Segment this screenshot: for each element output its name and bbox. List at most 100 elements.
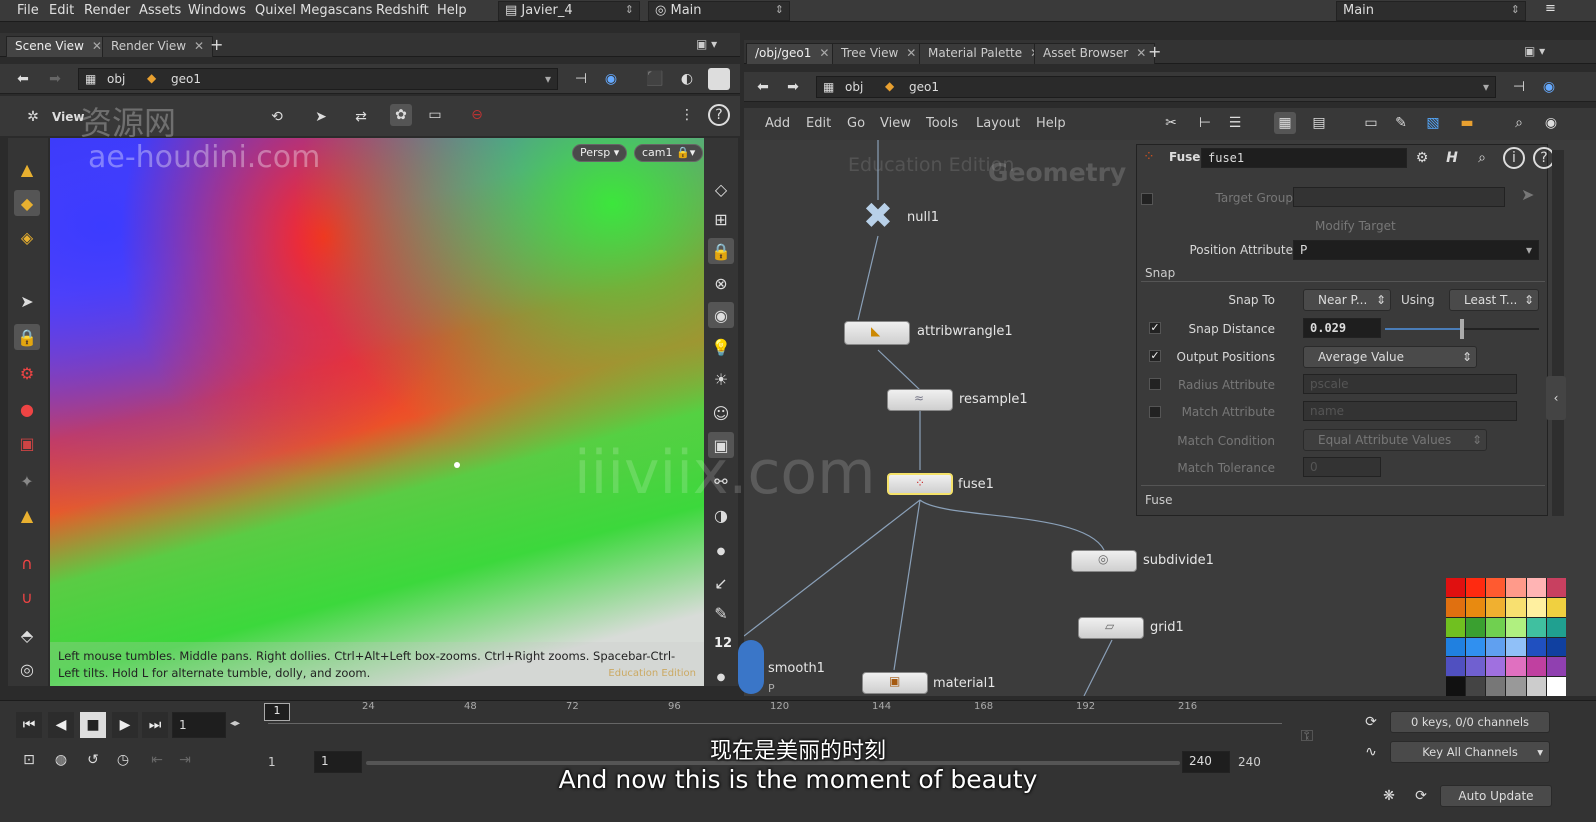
network-path-field[interactable]: ▦ obj ◆ geo1 ▾ [816, 76, 1496, 98]
keys-channels-status[interactable]: 0 keys, 0/0 channels [1390, 711, 1550, 733]
houdini-help-icon[interactable]: H [1441, 147, 1463, 169]
modify-target-label[interactable]: Modify Target [1315, 219, 1396, 233]
net-menu-layout[interactable]: Layout [976, 116, 1020, 131]
forward-arrow-icon[interactable]: ➡ [44, 68, 66, 90]
visibility-icon[interactable]: ☺ [708, 400, 734, 426]
tumble-icon[interactable]: ⟲ [266, 106, 288, 128]
target-group-field[interactable] [1293, 187, 1505, 207]
color-swatch[interactable] [1486, 597, 1506, 617]
sculpt-tool-icon[interactable]: ▲ [14, 502, 40, 528]
thumb-view-icon[interactable]: ▤ [1308, 112, 1330, 134]
color-swatch[interactable] [1506, 578, 1526, 597]
pane-menu-icon[interactable]: ▣ ▾ [1524, 44, 1545, 58]
menu-assets[interactable]: Assets [139, 3, 181, 18]
snap-magnet-icon[interactable]: ∪ [14, 584, 40, 610]
net-menu-view[interactable]: View [880, 116, 911, 131]
color-swatch[interactable] [1466, 637, 1486, 657]
net-menu-help[interactable]: Help [1036, 116, 1066, 131]
path-field[interactable]: ▦ obj ◆ geo1 ▾ [78, 68, 558, 90]
tab-render-view[interactable]: Render View ✕ [102, 36, 214, 57]
chevron-down-icon[interactable]: ▾ [545, 72, 551, 86]
snap-section-header[interactable]: Snap [1145, 266, 1175, 280]
output-positions-menu[interactable]: Average Value ⇕ [1303, 346, 1477, 368]
net-menu-edit[interactable]: Edit [806, 116, 831, 131]
color-swatch[interactable] [1466, 657, 1486, 677]
camera-icon[interactable]: ▭ [424, 104, 446, 126]
snap-icon[interactable]: ✿ [390, 104, 412, 126]
timeline-track[interactable] [268, 723, 1282, 724]
close-icon[interactable]: ✕ [1136, 46, 1146, 60]
snap-to-menu[interactable]: Near P... ⇕ [1303, 289, 1391, 311]
color-swatch[interactable] [1526, 657, 1546, 677]
output-positions-checkbox[interactable]: ✓ [1149, 350, 1161, 362]
notes-icon[interactable]: ✎ [1390, 112, 1412, 134]
back-arrow-icon[interactable]: ⬅ [12, 68, 34, 90]
color-swatch[interactable] [1446, 578, 1466, 597]
close-icon[interactable]: ✕ [92, 39, 102, 53]
color-swatch[interactable] [1506, 637, 1526, 657]
color-swatch[interactable] [1446, 657, 1466, 677]
color-swatch[interactable] [1446, 637, 1466, 657]
color-swatch[interactable] [1466, 617, 1486, 637]
playhead-marker[interactable]: 1 [264, 703, 290, 721]
light2-icon[interactable]: ☀ [708, 366, 734, 392]
node-smooth1[interactable] [738, 640, 764, 694]
dot-icon[interactable]: ● [708, 538, 734, 564]
lock-icon[interactable]: 🔒 [14, 324, 40, 350]
shading-icon[interactable]: ◐ [676, 68, 698, 90]
gear-icon[interactable]: ⚙ [1411, 147, 1433, 169]
grid-icon[interactable]: ⊞ [708, 206, 734, 232]
menu-edit[interactable]: Edit [49, 3, 74, 18]
lock-camera-icon[interactable]: 🔒 [708, 238, 734, 264]
transform-icon[interactable]: ⇄ [350, 106, 372, 128]
param-scrollbar[interactable] [1552, 150, 1564, 516]
color-swatch[interactable] [1546, 578, 1566, 597]
color-swatch[interactable] [1446, 617, 1466, 637]
tab-tree-view[interactable]: Tree View ✕ [832, 43, 926, 64]
back-arrow-icon[interactable]: ⬅ [752, 76, 774, 98]
node-fuse1[interactable]: ⁘ [887, 473, 953, 495]
null-node-icon[interactable]: ✖ [854, 199, 902, 236]
info-icon[interactable]: i [1503, 147, 1525, 169]
snap-distance-slider-handle[interactable] [1460, 319, 1464, 339]
paint-tool-icon[interactable]: ▣ [14, 430, 40, 456]
help-icon[interactable]: ? [708, 104, 730, 126]
match-condition-menu[interactable]: Equal Attribute Values ⇕ [1303, 429, 1487, 451]
menu-windows[interactable]: Windows [188, 3, 246, 18]
color-swatch[interactable] [1506, 657, 1526, 677]
handle-tool-icon[interactable]: ⚙ [14, 360, 40, 386]
dropper-icon[interactable]: ✎ [708, 600, 734, 626]
select-arrow-icon[interactable]: ➤ [1521, 185, 1534, 204]
pose-tool-icon[interactable]: ● [14, 396, 40, 422]
brush-tool-icon[interactable]: ✦ [14, 468, 40, 494]
cube-icon[interactable]: ⬛ [644, 68, 666, 90]
sticky-note-icon[interactable]: ▭ [1360, 112, 1382, 134]
color-swatch[interactable] [1506, 597, 1526, 617]
viewport[interactable]: ae-houdini.com Persp ▾ cam1 🔒▾ Left mous… [50, 138, 704, 686]
ref-plane-icon[interactable]: ◇ [708, 176, 734, 202]
desktop-dropdown[interactable]: ▤ Javier_4 ⇕ [498, 1, 640, 21]
camera-menu[interactable]: cam1 🔒▾ [634, 144, 704, 162]
net-menu-go[interactable]: Go [847, 116, 865, 131]
context-right-dropdown[interactable]: Main ⇕ [1336, 1, 1526, 21]
close-icon[interactable]: ✕ [906, 46, 916, 60]
list-icon[interactable]: ☰ [1224, 112, 1246, 134]
color-swatch[interactable] [1546, 657, 1566, 677]
dot-bottom-icon[interactable]: ● [708, 664, 734, 690]
image-icon[interactable]: ▧ [1422, 112, 1444, 134]
snap-distance-checkbox[interactable]: ✓ [1149, 322, 1161, 334]
color-swatch[interactable] [1526, 617, 1546, 637]
color-swatch[interactable] [1466, 677, 1486, 696]
radius-attribute-checkbox[interactable] [1149, 378, 1161, 390]
record-icon[interactable]: ⊖ [466, 104, 488, 126]
net-menu-tools[interactable]: Tools [926, 116, 958, 131]
color-swatch[interactable] [1546, 617, 1566, 637]
color-swatch[interactable] [1506, 617, 1526, 637]
eye-icon[interactable]: ◉ [1540, 112, 1562, 134]
box-icon[interactable]: ▬ [1456, 112, 1478, 134]
light-icon[interactable]: 💡 [708, 334, 734, 360]
add-tab-icon[interactable]: + [210, 35, 223, 54]
options-icon[interactable]: ⋮ [676, 104, 698, 126]
position-attribute-field[interactable]: P ▾ [1293, 240, 1539, 260]
color-swatch[interactable] [1446, 597, 1466, 617]
